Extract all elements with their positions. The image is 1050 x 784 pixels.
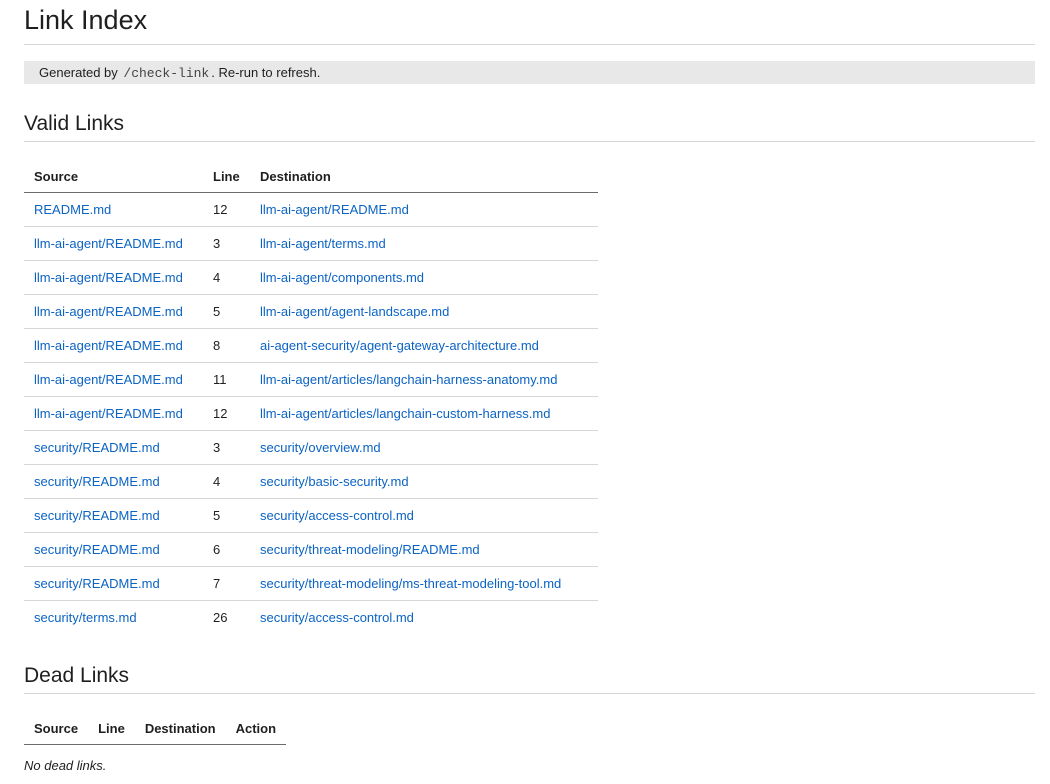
line-number: 12: [203, 192, 250, 227]
destination-link[interactable]: security/access-control.md: [250, 498, 598, 533]
no-dead-links-message: No dead links.: [24, 758, 107, 773]
line-number: 4: [203, 464, 250, 499]
valid-links-body: README.md 12 llm-ai-agent/README.md llm-…: [24, 192, 598, 635]
source-link[interactable]: security/README.md: [24, 430, 203, 465]
destination-link[interactable]: security/overview.md: [250, 430, 598, 465]
source-link[interactable]: security/README.md: [24, 532, 203, 567]
valid-links-heading: Valid Links: [24, 111, 1035, 142]
source-link[interactable]: llm-ai-agent/README.md: [24, 362, 203, 397]
source-link[interactable]: llm-ai-agent/README.md: [24, 396, 203, 431]
destination-link[interactable]: ai-agent-security/agent-gateway-architec…: [250, 328, 598, 363]
dead-links-heading: Dead Links: [24, 663, 1035, 694]
table-row: llm-ai-agent/README.md 3 llm-ai-agent/te…: [24, 226, 598, 261]
line-number: 3: [203, 226, 250, 261]
line-number: 3: [203, 430, 250, 465]
destination-link[interactable]: security/threat-modeling/ms-threat-model…: [250, 566, 598, 601]
column-header-action: Action: [225, 712, 287, 745]
line-number: 26: [213, 610, 228, 625]
table-row: README.md 12 llm-ai-agent/README.md: [24, 192, 598, 227]
source-link[interactable]: llm-ai-agent/README.md: [24, 328, 203, 363]
table-row: security/README.md 4 security/basic-secu…: [24, 464, 598, 499]
table-row: security/README.md 7 security/threat-mod…: [24, 566, 598, 601]
column-header-destination: Destination: [134, 712, 226, 745]
source-link[interactable]: security/terms.md: [24, 601, 203, 635]
column-header-destination: Destination: [250, 160, 598, 193]
column-header-source: Source: [24, 160, 203, 193]
valid-links-header-row: Source Line Destination: [24, 160, 598, 193]
table-row: security/README.md 3 security/overview.m…: [24, 430, 598, 465]
line-number: 7: [203, 566, 250, 601]
destination-link[interactable]: llm-ai-agent/agent-landscape.md: [250, 294, 598, 329]
line-number: 11: [203, 362, 250, 397]
dead-links-table: Source Line Destination Action: [24, 712, 287, 745]
source-link[interactable]: security/README.md: [24, 464, 203, 499]
source-link[interactable]: llm-ai-agent/README.md: [24, 260, 203, 295]
destination-link[interactable]: llm-ai-agent/articles/langchain-custom-h…: [250, 396, 598, 431]
table-row: llm-ai-agent/README.md 12 llm-ai-agent/a…: [24, 396, 598, 431]
source-link[interactable]: README.md: [24, 192, 203, 227]
note-suffix: . Re-run to refresh.: [211, 65, 321, 80]
column-header-line: Line: [203, 160, 250, 193]
table-row: llm-ai-agent/README.md 8 ai-agent-securi…: [24, 328, 598, 363]
source-link[interactable]: llm-ai-agent/README.md: [24, 226, 203, 261]
column-header-line: Line: [88, 712, 135, 745]
page: Link Index Generated by /check-link. Re-…: [0, 0, 1050, 773]
source-link[interactable]: llm-ai-agent/README.md: [24, 294, 203, 329]
line-number: 6: [203, 532, 250, 567]
line-number: 5: [203, 498, 250, 533]
valid-links-table: Source Line Destination README.md 12 llm…: [24, 160, 598, 634]
table-row: security/README.md 5 security/access-con…: [24, 498, 598, 533]
destination-link[interactable]: llm-ai-agent/components.md: [250, 260, 598, 295]
destination-link[interactable]: security/access-control.md: [250, 601, 598, 635]
generated-note: Generated by /check-link. Re-run to refr…: [24, 61, 1035, 84]
note-prefix: Generated by: [39, 65, 118, 80]
line-number: 4: [203, 260, 250, 295]
note-command: /check-link: [123, 66, 210, 81]
table-row: llm-ai-agent/README.md 4 llm-ai-agent/co…: [24, 260, 598, 295]
destination-link[interactable]: llm-ai-agent/terms.md: [250, 226, 598, 261]
table-row: security/terms.md 26 security/access-con…: [24, 601, 598, 635]
destination-link[interactable]: llm-ai-agent/README.md: [250, 192, 598, 227]
table-row: security/README.md 6 security/threat-mod…: [24, 532, 598, 567]
column-header-source: Source: [24, 712, 89, 745]
source-link[interactable]: security/README.md: [24, 498, 203, 533]
line-number: 5: [203, 294, 250, 329]
line-number: 8: [203, 328, 250, 363]
source-link[interactable]: security/README.md: [24, 566, 203, 601]
destination-link[interactable]: security/threat-modeling/README.md: [250, 532, 598, 567]
table-row: llm-ai-agent/README.md 5 llm-ai-agent/ag…: [24, 294, 598, 329]
page-title: Link Index: [24, 0, 1035, 45]
destination-link[interactable]: security/basic-security.md: [250, 464, 598, 499]
line-number: 12: [203, 396, 250, 431]
destination-link[interactable]: llm-ai-agent/articles/langchain-harness-…: [250, 362, 598, 397]
table-row: llm-ai-agent/README.md 11 llm-ai-agent/a…: [24, 362, 598, 397]
dead-links-header-row: Source Line Destination Action: [24, 712, 287, 745]
